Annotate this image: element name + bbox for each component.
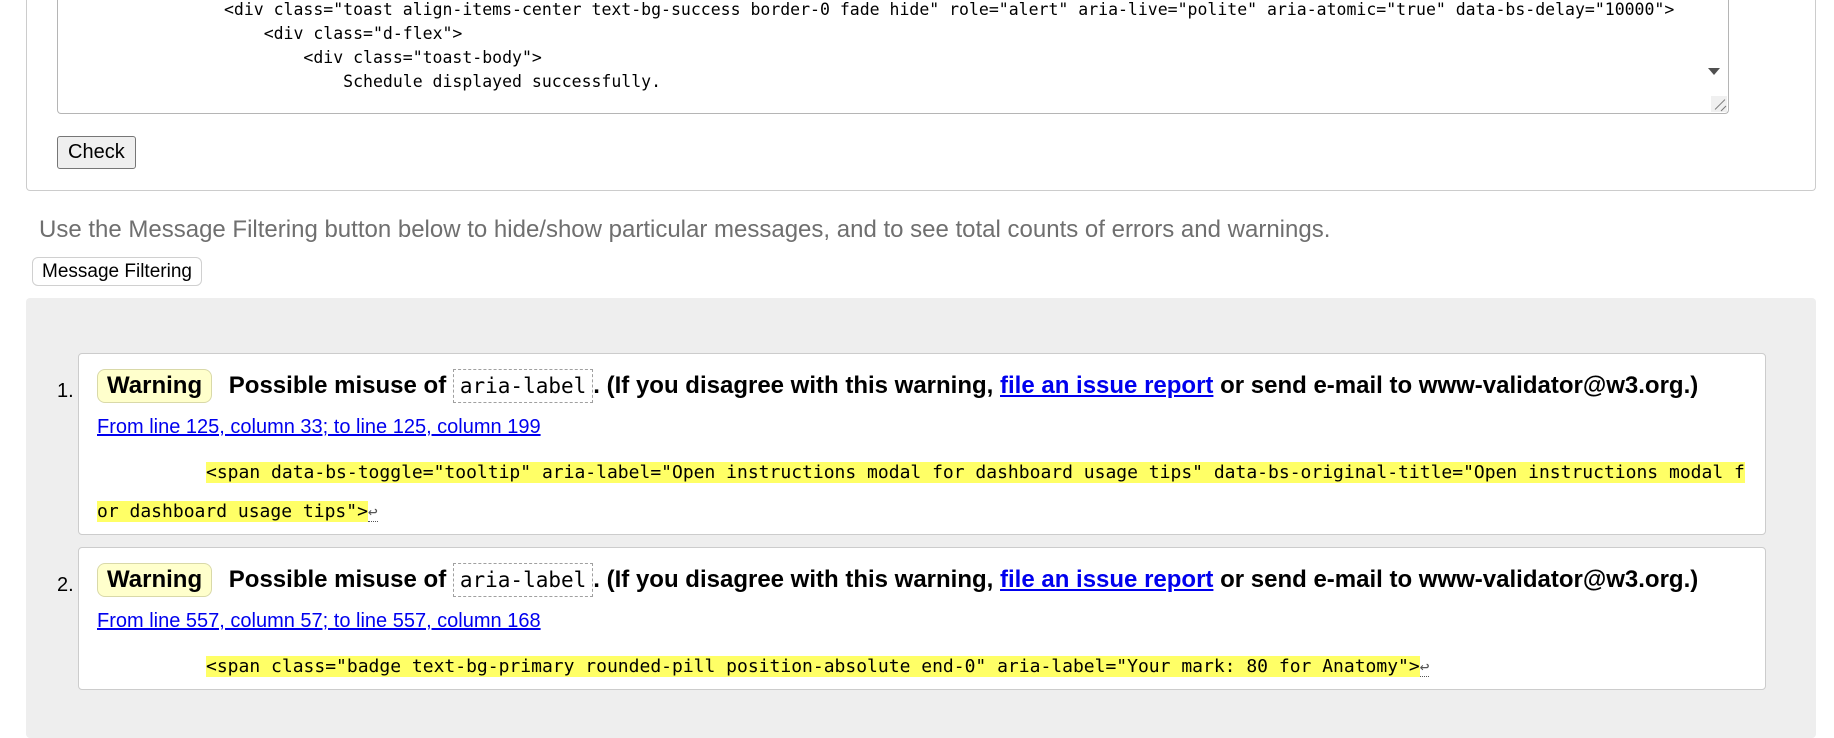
highlighted-code: <span class="badge text-bg-primary round… xyxy=(206,656,1420,677)
message-heading: Warning Possible misuse of aria-label. (… xyxy=(97,562,1698,598)
message-number: 2. xyxy=(57,574,74,596)
message-filtering-button[interactable]: Message Filtering xyxy=(32,257,202,286)
scroll-down-arrow-icon[interactable] xyxy=(1708,68,1720,75)
attribute-code: aria-label xyxy=(452,563,594,597)
source-code-text: <div class="toast align-items-center tex… xyxy=(223,0,1675,91)
return-icon: ↩ xyxy=(1419,657,1430,677)
message-middle: . (If you disagree with this warning, xyxy=(593,372,994,399)
check-button[interactable]: Check xyxy=(57,136,136,169)
source-input-panel: <div class="toast align-items-center tex… xyxy=(26,0,1816,191)
message-suffix: or send e-mail to www-validator@w3.org.) xyxy=(1220,566,1699,593)
location-link[interactable]: From line 125, column 33; to line 125, c… xyxy=(97,416,541,439)
warning-badge: Warning xyxy=(97,563,213,597)
code-extract: <span data-bs-toggle="tooltip" aria-labe… xyxy=(97,454,1745,531)
message-item: 1. Warning Possible misuse of aria-label… xyxy=(57,353,1766,535)
code-extract: <span class="badge text-bg-primary round… xyxy=(97,648,1745,687)
resize-grip-icon[interactable] xyxy=(1711,96,1727,112)
source-code-textarea[interactable]: <div class="toast align-items-center tex… xyxy=(57,0,1729,114)
file-issue-link[interactable]: file an issue report xyxy=(1000,566,1213,593)
message-prefix: Possible misuse of xyxy=(228,566,447,593)
highlighted-code: <span data-bs-toggle="tooltip" aria-labe… xyxy=(97,462,1745,522)
location-link[interactable]: From line 557, column 57; to line 557, c… xyxy=(97,610,541,633)
attribute-code: aria-label xyxy=(452,369,594,403)
file-issue-link[interactable]: file an issue report xyxy=(1000,372,1213,399)
message-number: 1. xyxy=(57,380,74,402)
results-panel: 1. Warning Possible misuse of aria-label… xyxy=(26,298,1816,738)
message-suffix: or send e-mail to www-validator@w3.org.) xyxy=(1220,372,1699,399)
return-icon: ↩ xyxy=(367,501,378,522)
message-item: 2. Warning Possible misuse of aria-label… xyxy=(57,547,1766,690)
message-middle: . (If you disagree with this warning, xyxy=(593,566,994,593)
message-prefix: Possible misuse of xyxy=(228,372,447,399)
message-heading: Warning Possible misuse of aria-label. (… xyxy=(97,368,1698,404)
filter-hint-text: Use the Message Filtering button below t… xyxy=(39,216,1331,243)
warning-badge: Warning xyxy=(97,369,213,403)
